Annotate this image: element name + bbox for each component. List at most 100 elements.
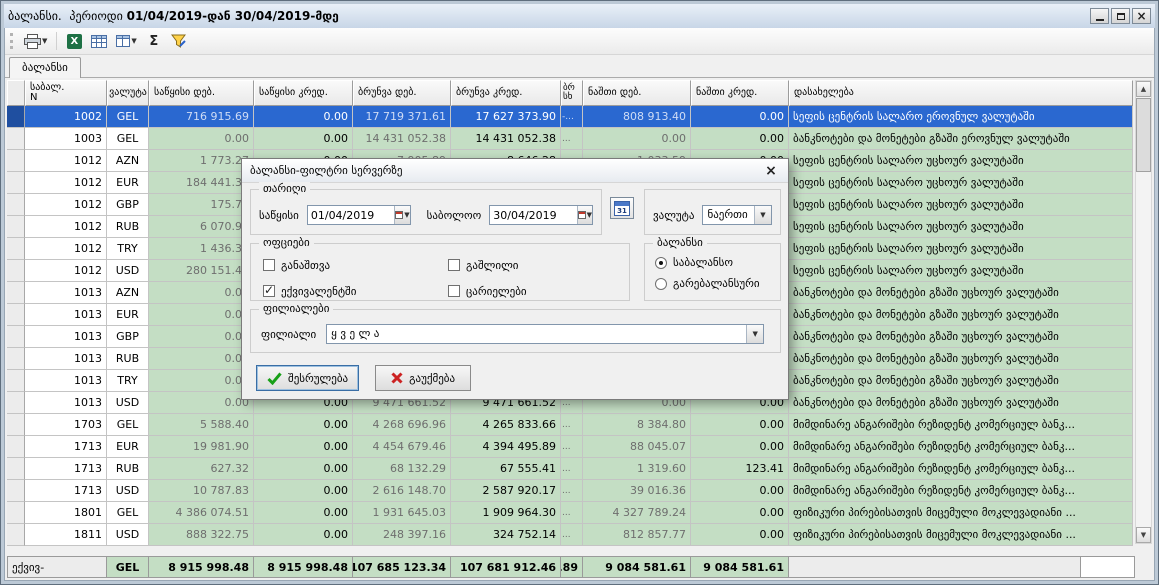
cell-name[interactable]: სეფის ცენტრის სალარო უცხოურ ვალუტაში — [789, 216, 1133, 238]
cell-name[interactable]: ბანკნოტები და მონეტები გზაში ეროვნულ ვალ… — [789, 128, 1133, 150]
row-selector[interactable] — [7, 282, 25, 304]
radio-on-balance[interactable]: საბალანსო — [655, 256, 770, 269]
branch-select[interactable]: ყ ვ ე ლ ა ▼ — [326, 324, 764, 344]
cell-opening-debit[interactable]: 280 151.43 — [149, 260, 254, 282]
cell-currency[interactable]: USD — [107, 260, 149, 282]
cell-name[interactable]: ბანკნოტები და მონეტები გზაში უცხოურ ვალუ… — [789, 304, 1133, 326]
cell-opening-debit[interactable]: 4 386 074.51 — [149, 502, 254, 524]
cell-account[interactable]: 1012 — [25, 260, 107, 282]
cell-name[interactable]: სეფის ცენტრის სალარო უცხოურ ვალუტაში — [789, 150, 1133, 172]
cell-opening-debit[interactable]: 0.00 — [149, 128, 254, 150]
cell-name[interactable]: ფიზიკური პირებისათვის მიცემული მოკლევადი… — [789, 502, 1133, 524]
cell-misc[interactable]: ... — [561, 128, 583, 150]
cell-turnover-credit[interactable]: 2 587 920.17 — [451, 480, 561, 502]
calendar-button[interactable]: 31 — [610, 197, 634, 219]
maximize-button[interactable] — [1111, 8, 1130, 24]
cell-account[interactable]: 1713 — [25, 458, 107, 480]
cell-opening-debit[interactable]: 0.00 — [149, 348, 254, 370]
cell-balance-debit[interactable]: 1 319.60 — [583, 458, 691, 480]
cell-turnover-debit[interactable]: 1 931 645.03 — [353, 502, 451, 524]
cell-turnover-credit[interactable]: 14 431 052.38 — [451, 128, 561, 150]
header-turnover-credit[interactable]: ბრუნვა კრედ. — [451, 80, 561, 106]
header-balance-credit[interactable]: ნაშთი კრედ. — [691, 80, 789, 106]
cell-turnover-debit[interactable]: 14 431 052.38 — [353, 128, 451, 150]
radio-off-balance[interactable]: გარებალანსური — [655, 277, 770, 290]
cell-currency[interactable]: TRY — [107, 370, 149, 392]
cell-name[interactable]: მიმდინარე ანგარიშები რეზიდენტ კომერციულ … — [789, 480, 1133, 502]
scrollbar-thumb[interactable] — [1136, 98, 1151, 172]
cell-turnover-debit[interactable]: 4 454 679.46 — [353, 436, 451, 458]
export-excel-button[interactable]: X — [63, 30, 85, 52]
filter-edit-button[interactable] — [168, 30, 190, 52]
cell-balance-debit[interactable]: 4 327 789.24 — [583, 502, 691, 524]
close-button[interactable]: × — [1132, 8, 1151, 24]
execute-button[interactable]: შესრულება — [256, 365, 359, 391]
table-row[interactable]: 1703 GEL 5 588.40 0.00 4 268 696.96 4 26… — [7, 414, 1133, 436]
cell-account[interactable]: 1002 — [25, 106, 107, 128]
cell-misc[interactable]: ... — [561, 480, 583, 502]
cell-account[interactable]: 1703 — [25, 414, 107, 436]
header-stub[interactable] — [7, 80, 25, 106]
cell-currency[interactable]: GEL — [107, 106, 149, 128]
row-selector[interactable] — [7, 524, 25, 546]
cell-balance-debit[interactable]: 8 384.80 — [583, 414, 691, 436]
cell-misc[interactable]: ... — [561, 524, 583, 546]
cell-turnover-credit[interactable]: 1 909 964.30 — [451, 502, 561, 524]
cell-account[interactable]: 1013 — [25, 304, 107, 326]
cell-opening-debit[interactable]: 0.00 — [149, 392, 254, 414]
cell-balance-credit[interactable]: 123.41 — [691, 458, 789, 480]
row-selector[interactable] — [7, 194, 25, 216]
cell-currency[interactable]: GEL — [107, 502, 149, 524]
table-row[interactable]: 1811 USD 888 322.75 0.00 248 397.16 324 … — [7, 524, 1133, 546]
cell-currency[interactable]: AZN — [107, 150, 149, 172]
cell-turnover-debit[interactable]: 17 719 371.61 — [353, 106, 451, 128]
toolbar-grip[interactable] — [10, 33, 13, 49]
end-date-input[interactable] — [490, 206, 576, 224]
header-account[interactable]: საბალ. N — [25, 80, 107, 106]
table-row[interactable]: 1003 GEL 0.00 0.00 14 431 052.38 14 431 … — [7, 128, 1133, 150]
dialog-titlebar[interactable]: ბალანსი-ფილტრი სერვერზე × — [242, 159, 788, 183]
cell-misc[interactable]: -... — [561, 106, 583, 128]
cell-name[interactable]: ბანკნოტები და მონეტები გზაში უცხოურ ვალუ… — [789, 392, 1133, 414]
tab-balance[interactable]: ბალანსი — [9, 57, 81, 78]
cell-balance-credit[interactable]: 0.00 — [691, 480, 789, 502]
cell-balance-debit[interactable]: 808 913.40 — [583, 106, 691, 128]
start-date-input[interactable] — [308, 206, 394, 224]
cell-turnover-credit[interactable]: 4 394 495.89 — [451, 436, 561, 458]
cell-opening-credit[interactable]: 0.00 — [254, 502, 353, 524]
cell-opening-debit[interactable]: 0.00 — [149, 282, 254, 304]
cell-name[interactable]: სეფის ცენტრის სალარო უცხოურ ვალუტაში — [789, 238, 1133, 260]
cell-balance-debit[interactable]: 812 857.77 — [583, 524, 691, 546]
cell-turnover-debit[interactable]: 4 268 696.96 — [353, 414, 451, 436]
cell-turnover-debit[interactable]: 2 616 148.70 — [353, 480, 451, 502]
cell-account[interactable]: 1012 — [25, 216, 107, 238]
cell-turnover-credit[interactable]: 324 752.14 — [451, 524, 561, 546]
cell-name[interactable]: სეფის ცენტრის სალარო უცხოურ ვალუტაში — [789, 260, 1133, 282]
vertical-scrollbar[interactable]: ▲ ▼ — [1135, 80, 1152, 544]
row-selector[interactable] — [7, 458, 25, 480]
row-selector[interactable] — [7, 304, 25, 326]
cell-turnover-credit[interactable]: 4 265 833.66 — [451, 414, 561, 436]
cell-balance-debit[interactable]: 88 045.07 — [583, 436, 691, 458]
cell-opening-credit[interactable]: 0.00 — [254, 524, 353, 546]
cell-name[interactable]: სეფის ცენტრის სალარო უცხოურ ვალუტაში — [789, 172, 1133, 194]
table-row[interactable]: 1002 GEL 716 915.69 0.00 17 719 371.61 1… — [7, 106, 1133, 128]
cell-account[interactable]: 1012 — [25, 194, 107, 216]
table-options-button[interactable]: ▼ — [113, 30, 139, 52]
row-selector[interactable] — [7, 238, 25, 260]
cell-name[interactable]: მიმდინარე ანგარიშები რეზიდენტ კომერციულ … — [789, 414, 1133, 436]
row-selector[interactable] — [7, 216, 25, 238]
cell-opening-debit[interactable]: 716 915.69 — [149, 106, 254, 128]
cell-opening-debit[interactable]: 1 773.27 — [149, 150, 254, 172]
cell-account[interactable]: 1713 — [25, 480, 107, 502]
cell-opening-debit[interactable]: 627.32 — [149, 458, 254, 480]
cell-balance-credit[interactable]: 0.00 — [691, 436, 789, 458]
checkbox-netting[interactable]: ✓ განაშთვა — [263, 256, 448, 274]
row-selector[interactable] — [7, 502, 25, 524]
cell-currency[interactable]: EUR — [107, 304, 149, 326]
row-selector[interactable] — [7, 414, 25, 436]
cancel-button[interactable]: გაუქმება — [375, 365, 471, 391]
table-row[interactable]: 1801 GEL 4 386 074.51 0.00 1 931 645.03 … — [7, 502, 1133, 524]
cell-name[interactable]: ბანკნოტები და მონეტები გზაში უცხოურ ვალუ… — [789, 282, 1133, 304]
cell-balance-credit[interactable]: 0.00 — [691, 128, 789, 150]
